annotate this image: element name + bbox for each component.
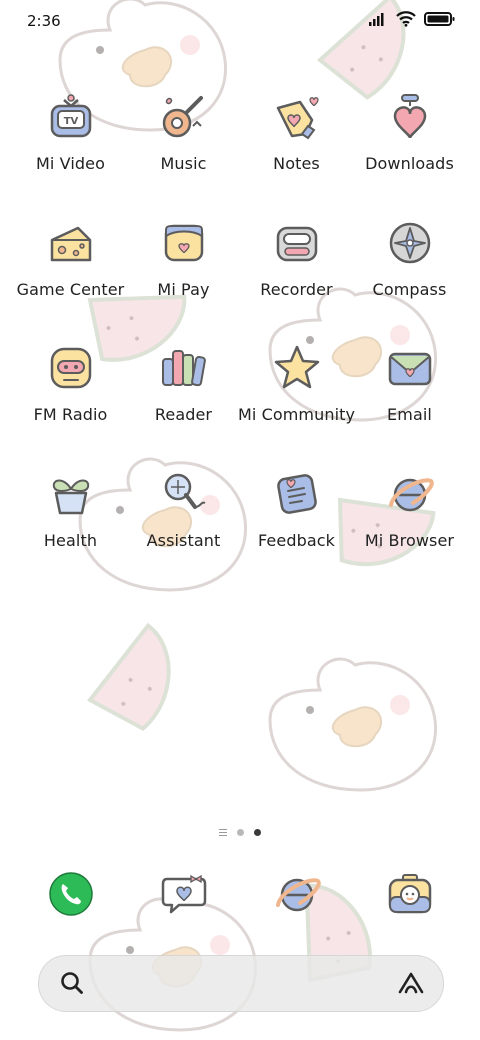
status-bar: 2:36 [0,0,480,42]
app-label: Feedback [258,530,335,550]
assistant-icon[interactable] [397,970,425,996]
app-label: Mi Browser [364,530,455,550]
browser-icon [383,467,437,521]
app-label: Music [160,154,207,173]
app-label: Compass [372,279,447,299]
svg-text:TV: TV [63,116,78,127]
app-label: Game Center [16,279,125,299]
app-label: Mi Community [237,405,356,424]
app-label: Recorder [260,279,333,299]
app-label: FM Radio [33,405,108,424]
recorder-icon [270,216,324,270]
app-label: Downloads [365,154,454,173]
app-compass[interactable]: Compass [353,216,466,342]
books-icon [157,341,211,395]
app-feedback[interactable]: Feedback [240,467,353,593]
status-time: 2:36 [27,12,61,30]
page-indicator[interactable] [0,829,480,836]
app-assistant[interactable]: Assistant [127,467,240,593]
app-notes[interactable]: Notes [240,90,353,216]
dock-camera[interactable] [353,867,466,921]
search-icon[interactable] [59,970,85,996]
compass-icon [383,216,437,270]
app-game-center[interactable]: Game Center [14,216,127,342]
app-mi-browser[interactable]: Mi Browser [353,467,466,593]
app-reader[interactable]: Reader [127,341,240,467]
wifi-icon [396,11,416,27]
app-health[interactable]: Health [14,467,127,593]
guitar-icon [157,90,211,144]
wallet-icon [157,216,211,270]
app-label: Email [387,405,432,424]
app-fm-radio[interactable]: FM Radio [14,341,127,467]
app-grid: TV Mi Video Music Notes Downloads Game C… [14,90,466,592]
download-heart-icon [383,90,437,144]
app-mi-pay[interactable]: Mi Pay [127,216,240,342]
browser-icon [270,867,324,921]
camera-duck-icon [383,867,437,921]
battery-icon [424,12,455,26]
page-dot-active[interactable] [254,829,261,836]
plant-icon [44,467,98,521]
radio-icon [44,341,98,395]
phone-icon [44,867,98,921]
signal-icon [369,13,384,26]
message-heart-icon [157,867,211,921]
notes-icon [270,90,324,144]
app-label: Assistant [146,530,221,550]
dock-phone[interactable] [14,867,127,921]
cheese-icon [44,216,98,270]
page-dot[interactable] [237,829,244,836]
app-label: Reader [154,405,213,424]
app-label: Notes [273,154,320,173]
app-recorder[interactable]: Recorder [240,216,353,342]
app-downloads[interactable]: Downloads [353,90,466,216]
envelope-icon [383,341,437,395]
dock-messaging[interactable] [127,867,240,921]
app-mi-community[interactable]: Mi Community [237,341,356,467]
app-label: Health [43,530,98,550]
star-icon [270,341,324,395]
mic-icon [157,467,211,521]
app-email[interactable]: Email [353,341,466,467]
feedback-icon [270,467,324,521]
app-music[interactable]: Music [127,90,240,216]
app-label: Mi Video [36,154,105,173]
app-mi-video[interactable]: TV Mi Video [14,90,127,216]
tv-icon: TV [44,90,98,144]
menu-icon [219,829,227,836]
search-bar[interactable] [38,955,444,1012]
app-label: Mi Pay [157,279,210,299]
dock [14,867,466,921]
dock-browser[interactable] [240,867,353,921]
